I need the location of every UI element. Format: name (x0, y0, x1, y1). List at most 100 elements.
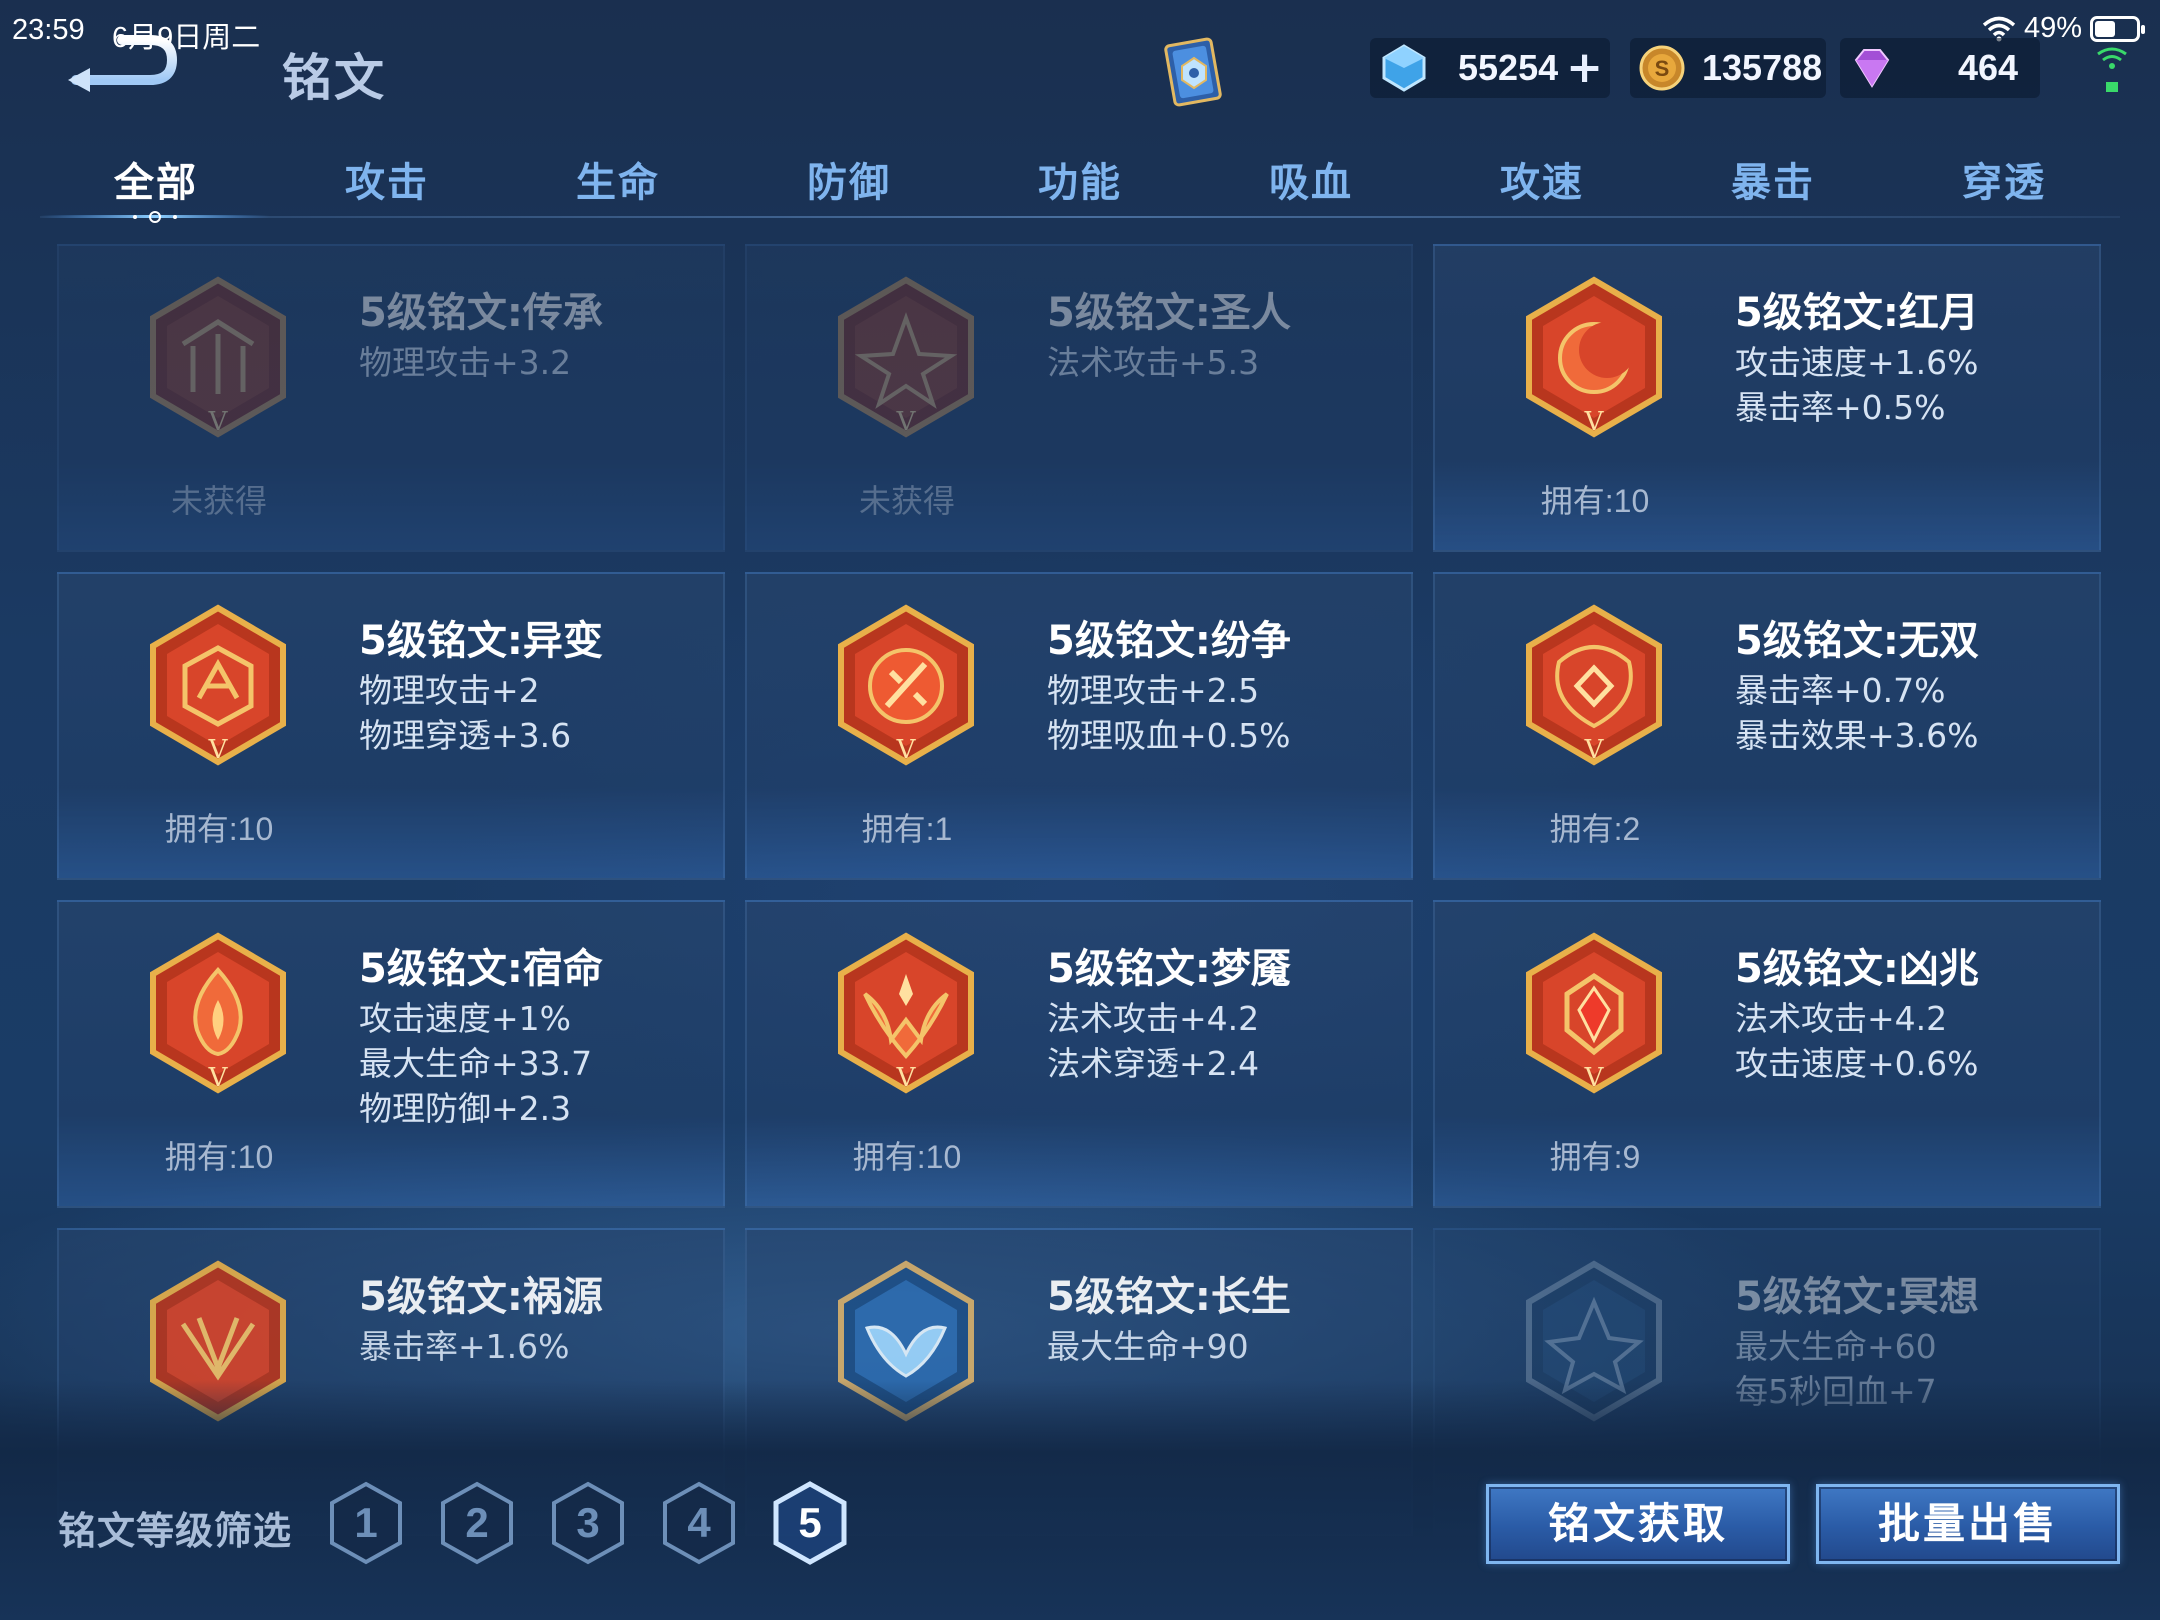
rune-card[interactable]: V 5级铭文:传承 物理攻击+3.2 未获得 (57, 244, 725, 552)
rune-owned: 拥有:10 (164, 1139, 274, 1175)
rune-stat: 攻击速度+1% (359, 999, 572, 1038)
rune-stat: 法术穿透+2.4 (1047, 1044, 1260, 1083)
rune-card[interactable]: V 5级铭文:宿命 攻击速度+1% 最大生命+33.7 物理防御+2.3 拥有:… (57, 900, 725, 1208)
page-title: 铭文 (282, 49, 386, 107)
svg-text:V: V (896, 407, 917, 437)
rune-book-icon[interactable] (1152, 30, 1236, 114)
rune-name: 5级铭文:凶兆 (1735, 946, 1979, 992)
gem-count: 55254 (1458, 47, 1559, 88)
level-filter-4[interactable]: 4 (661, 1480, 737, 1566)
svg-text:V: V (208, 1063, 229, 1093)
rune-stat: 物理攻击+2 (359, 671, 540, 710)
svg-text:S: S (1655, 56, 1670, 81)
rune-stat: 法术攻击+4.2 (1735, 999, 1948, 1038)
rune-stats: 攻击速度+1.6% 暴击率+0.5% (1735, 340, 1979, 430)
rune-name: 5级铭文:梦魇 (1047, 946, 1291, 992)
level-number: 4 (687, 1499, 711, 1546)
rune-stat: 暴击效果+3.6% (1735, 716, 1979, 755)
tab-attack-speed[interactable]: 攻速 (1452, 150, 1632, 208)
level-filter-2[interactable]: 2 (439, 1480, 515, 1566)
rune-stats: 最大生命+90 (1047, 1324, 1249, 1369)
rune-card[interactable]: V 5级铭文:凶兆 法术攻击+4.2 攻击速度+0.6% 拥有:9 (1433, 900, 2101, 1208)
rune-card[interactable]: V 5级铭文:异变 物理攻击+2 物理穿透+3.6 拥有:10 (57, 572, 725, 880)
rune-nightmare-icon: V (838, 932, 974, 1094)
tab-attack[interactable]: 攻击 (297, 150, 477, 208)
tab-lifesteal[interactable]: 吸血 (1221, 150, 1401, 208)
tab-all[interactable]: 全部 (66, 150, 246, 208)
rune-stat: 最大生命+60 (1735, 1327, 1937, 1366)
tab-penetration[interactable]: 穿透 (1914, 150, 2094, 208)
rune-stat: 攻击速度+0.6% (1735, 1044, 1979, 1083)
rune-name: 5级铭文:圣人 (1047, 290, 1291, 336)
rune-stats: 法术攻击+5.3 (1047, 340, 1259, 385)
add-gems-button[interactable]: + (1566, 46, 1603, 90)
level-filter-5[interactable]: 5 (772, 1480, 848, 1566)
rune-card[interactable]: V 5级铭文:纷争 物理攻击+2.5 物理吸血+0.5% 拥有:1 (745, 572, 1413, 880)
rune-owned: 拥有:9 (1549, 1139, 1641, 1175)
level-number: 1 (354, 1499, 378, 1546)
coin-count: 135788 (1702, 47, 1823, 88)
tab-utility[interactable]: 功能 (990, 150, 1170, 208)
rune-stat: 法术攻击+4.2 (1047, 999, 1260, 1038)
rune-stat: 法术攻击+5.3 (1047, 343, 1260, 382)
svg-text:V: V (1584, 407, 1605, 437)
level-filter-3[interactable]: 3 (550, 1480, 626, 1566)
rune-stats: 法术攻击+4.2 攻击速度+0.6% (1735, 996, 1979, 1086)
rune-destiny-icon: V (150, 932, 286, 1094)
diamond-currency: 464 (1840, 38, 2040, 98)
rune-card[interactable]: V 5级铭文:无双 暴击率+0.7% 暴击效果+3.6% 拥有:2 (1433, 572, 2101, 880)
rune-stat: 暴击率+1.6% (359, 1327, 570, 1366)
tab-critical[interactable]: 暴击 (1683, 150, 1863, 208)
category-tabs: 全部 攻击 生命 防御 功能 吸血 攻速 暴击 穿透 (40, 140, 2120, 222)
rune-owned: 拥有:2 (1549, 811, 1641, 847)
battery-icon (2090, 15, 2145, 42)
active-tab-indicator (40, 211, 270, 223)
tab-defense[interactable]: 防御 (759, 150, 939, 208)
rune-inheritance-icon: V (150, 276, 286, 438)
rune-stat: 物理吸血+0.5% (1047, 716, 1291, 755)
rune-stats: 物理攻击+3.2 (359, 340, 571, 385)
level-filter-label: 铭文等级筛选 (58, 1509, 293, 1553)
rune-name: 5级铭文:宿命 (359, 946, 603, 992)
svg-text:V: V (1584, 735, 1605, 765)
rune-stats: 攻击速度+1% 最大生命+33.7 物理防御+2.3 (359, 996, 592, 1131)
rune-owned: 拥有:10 (852, 1139, 962, 1175)
svg-text:V: V (896, 735, 917, 765)
rune-card[interactable]: V 5级铭文:梦魇 法术攻击+4.2 法术穿透+2.4 拥有:10 (745, 900, 1413, 1208)
bulk-sell-button[interactable]: 批量出售 (1816, 1484, 2120, 1564)
back-arrow-icon[interactable] (62, 32, 182, 92)
svg-text:V: V (208, 735, 229, 765)
level-number: 3 (576, 1499, 600, 1546)
rune-stat: 暴击率+0.7% (1735, 671, 1946, 710)
rune-mutation-icon: V (150, 604, 286, 766)
rune-strife-icon: V (838, 604, 974, 766)
level-number: 5 (798, 1499, 822, 1546)
rune-owned: 拥有:10 (1540, 483, 1650, 519)
rune-stat: 物理攻击+3.2 (359, 343, 572, 382)
rune-name: 5级铭文:长生 (1047, 1274, 1291, 1320)
rune-stat: 最大生命+90 (1047, 1327, 1249, 1366)
rune-card[interactable]: V 5级铭文:红月 攻击速度+1.6% 暴击率+0.5% 拥有:10 (1433, 244, 2101, 552)
rune-stats: 暴击率+1.6% (359, 1324, 570, 1369)
rune-saint-icon: V (838, 276, 974, 438)
coin-currency: S 135788 (1630, 38, 1826, 98)
rune-peerless-icon: V (1526, 604, 1662, 766)
network-signal-icon (2097, 47, 2127, 92)
rune-name: 5级铭文:纷争 (1047, 618, 1291, 664)
acquire-runes-button[interactable]: 铭文获取 (1486, 1484, 1790, 1564)
tab-health[interactable]: 生命 (528, 150, 708, 208)
level-number: 2 (465, 1499, 489, 1546)
rune-stats: 物理攻击+2 物理穿透+3.6 (359, 668, 571, 758)
rune-name: 5级铭文:红月 (1735, 290, 1979, 336)
level-filter-1[interactable]: 1 (328, 1480, 404, 1566)
rune-stat: 暴击率+0.5% (1735, 388, 1946, 427)
rune-owned: 拥有:10 (164, 811, 274, 847)
rune-stat: 最大生命+33.7 (359, 1044, 593, 1083)
gem-icon (1382, 44, 1426, 92)
rune-card[interactable]: V 5级铭文:圣人 法术攻击+5.3 未获得 (745, 244, 1413, 552)
rune-red-moon-icon: V (1526, 276, 1662, 438)
rune-name: 5级铭文:祸源 (359, 1274, 603, 1320)
rune-stats: 法术攻击+4.2 法术穿透+2.4 (1047, 996, 1259, 1086)
rune-stat: 攻击速度+1.6% (1735, 343, 1979, 382)
svg-text:V: V (896, 1063, 917, 1093)
